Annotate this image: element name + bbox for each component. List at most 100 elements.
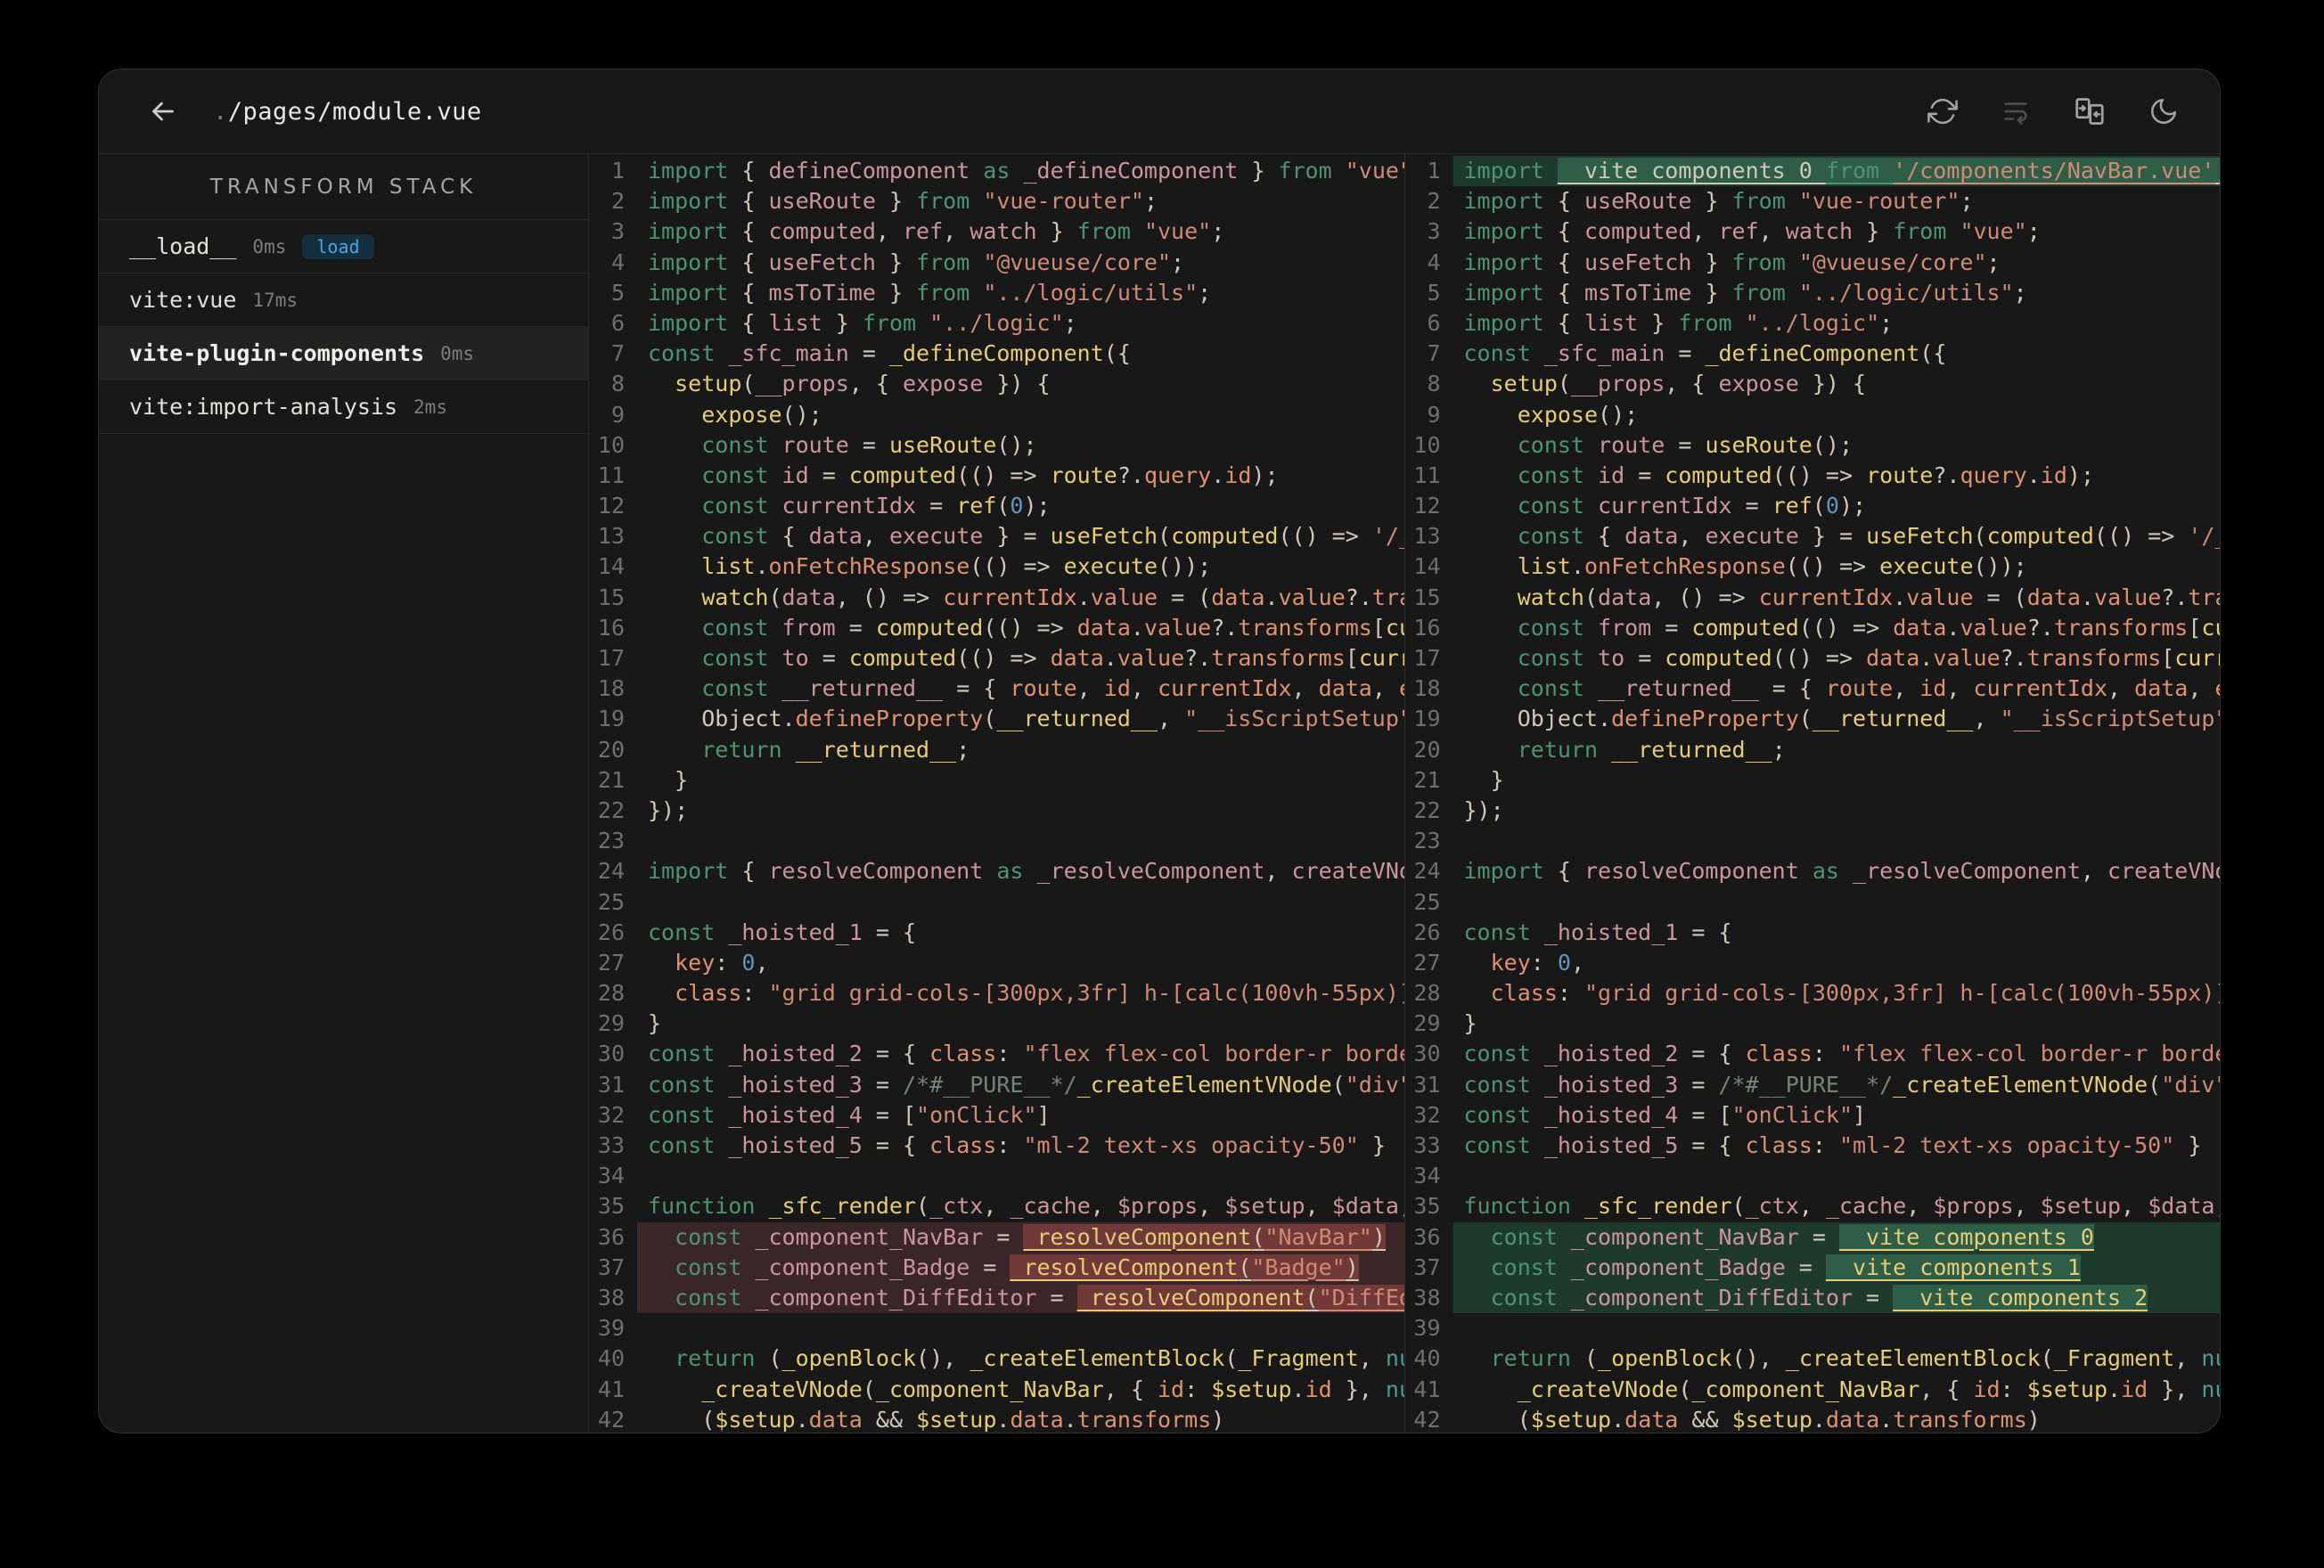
plugin-name: vite:vue xyxy=(129,287,237,313)
code-line: 6 import { list } from "../logic"; xyxy=(1405,308,2221,339)
side-by-side-diff-icon[interactable] xyxy=(2070,92,2109,131)
code-line: 20 return __returned__; xyxy=(1405,735,2221,765)
line-code: import { computed, ref, watch } from "vu… xyxy=(648,218,1225,245)
line-number: 40 xyxy=(597,1345,625,1372)
file-title: ./pages/module.vue xyxy=(213,98,482,126)
line-code: const _hoisted_1 = { xyxy=(648,919,917,945)
line-code: const _hoisted_5 = { class: "ml-2 text-x… xyxy=(648,1132,1386,1158)
plugin-item-vite-vue[interactable]: vite:vue 17ms xyxy=(99,274,588,327)
code-panel-after[interactable]: 1 import __vite_components_0 from '/compo… xyxy=(1403,154,2221,1433)
line-code: const { data, execute } = useFetch(compu… xyxy=(1517,523,2220,550)
code-line: 17 const to = computed(() => data.value?… xyxy=(1405,643,2220,674)
line-number: 3 xyxy=(610,218,625,245)
line-number: 2 xyxy=(610,188,625,215)
code-line: 10 const route = useRoute(); xyxy=(589,430,1404,461)
code-line: 31 const _hoisted_3 = /*#__PURE__*/_creat… xyxy=(1405,1070,2221,1100)
line-number: 19 xyxy=(1413,706,1441,732)
line-number: 8 xyxy=(610,371,625,397)
code-line: 39 xyxy=(589,1313,1404,1343)
line-code: }); xyxy=(648,796,689,823)
line-number: 13 xyxy=(597,523,625,550)
line-wrap-icon[interactable] xyxy=(1997,93,2034,130)
line-code: const currentIdx = ref(0); xyxy=(701,493,1051,519)
line-number: 28 xyxy=(1413,980,1441,1007)
code-line: 34 xyxy=(1405,1161,2221,1191)
line-number: 19 xyxy=(597,706,625,732)
file-title-path: /pages/module.vue xyxy=(227,97,482,126)
line-code: import { useRoute } from "vue-router"; xyxy=(1463,188,1974,215)
code-line: 1 import __vite_components_0 from '/compo… xyxy=(1405,156,2220,187)
back-button[interactable] xyxy=(143,92,183,131)
code-line: 33 const _hoisted_5 = { class: "ml-2 text… xyxy=(589,1131,1404,1161)
line-number: 33 xyxy=(1413,1132,1441,1158)
line-code: } xyxy=(1463,766,1504,793)
code-line: 26 const _hoisted_1 = { xyxy=(1405,918,2221,948)
line-code: const _component_NavBar = _resolveCompon… xyxy=(637,1221,1404,1253)
line-code: const _component_Badge = __vite_componen… xyxy=(1452,1252,2220,1283)
line-code: class: "grid grid-cols-[300px,3fr] h-[ca… xyxy=(675,980,1404,1007)
line-number: 10 xyxy=(597,431,625,458)
line-code: } xyxy=(1463,1010,1477,1037)
line-code: const __returned__ = { route, id, curren… xyxy=(701,675,1403,702)
plugin-badge: load xyxy=(302,233,374,259)
line-number: 30 xyxy=(1413,1041,1441,1067)
code-line: 7 const _sfc_main = _defineComponent({ xyxy=(589,339,1404,369)
line-code: const _hoisted_3 = /*#__PURE__*/_createE… xyxy=(1463,1071,2221,1098)
plugin-item--load-[interactable]: __load__ 0ms load xyxy=(99,220,588,274)
line-code: Object.defineProperty(__returned__, "__i… xyxy=(648,706,1404,732)
plugin-name: vite-plugin-components xyxy=(129,340,425,366)
line-number: 3 xyxy=(1427,218,1441,245)
header-bar: ./pages/module.vue xyxy=(99,69,2220,154)
line-number: 10 xyxy=(1413,431,1441,458)
line-number: 25 xyxy=(597,888,625,915)
code-line: 9 expose(); xyxy=(1405,400,2221,430)
refresh-icon[interactable] xyxy=(1924,93,1961,130)
code-line: 19 Object.defineProperty(__returned__, "… xyxy=(589,704,1404,734)
line-code: const id = computed(() => route?.query.i… xyxy=(1517,461,2094,488)
code-line: 37 const _component_Badge = __vite_compo… xyxy=(1405,1252,2220,1283)
line-number: 36 xyxy=(597,1223,625,1250)
code-line: 41 _createVNode(_component_NavBar, { id:… xyxy=(1405,1375,2220,1405)
code-line: 8 setup(__props, { expose }) { xyxy=(1405,369,2221,399)
plugin-item-vite-plugin-components[interactable]: vite-plugin-components 0ms xyxy=(99,327,588,380)
header-actions xyxy=(1924,92,2182,131)
code-line: 26 const _hoisted_1 = { xyxy=(589,918,1404,948)
line-code: const _hoisted_2 = { class: "flex flex-c… xyxy=(1463,1041,2221,1067)
line-number: 12 xyxy=(1413,493,1441,519)
code-line: 6 import { list } from "../logic"; xyxy=(589,308,1404,339)
line-number: 1 xyxy=(610,158,625,184)
line-number: 27 xyxy=(597,949,625,976)
code-line: 29} xyxy=(589,1009,1404,1039)
code-line: 16 const from = computed(() => data.valu… xyxy=(589,613,1404,643)
line-number: 35 xyxy=(597,1193,625,1220)
line-number: 23 xyxy=(1413,828,1441,854)
code-line: 22}); xyxy=(589,796,1404,826)
line-number: 33 xyxy=(597,1132,625,1158)
line-number: 21 xyxy=(1413,766,1441,793)
code-line: 10 const route = useRoute(); xyxy=(1405,430,2221,461)
plugin-time: 17ms xyxy=(252,289,298,311)
line-number: 2 xyxy=(1427,188,1441,215)
line-number: 14 xyxy=(597,553,625,580)
line-code: class: "grid grid-cols-[300px,3fr] h-[ca… xyxy=(1490,980,2220,1007)
line-number: 28 xyxy=(597,980,625,1007)
line-number: 24 xyxy=(1413,858,1441,885)
line-code: import { computed, ref, watch } from "vu… xyxy=(1463,218,2041,245)
line-number: 15 xyxy=(1413,584,1441,610)
code-line: 1 import { defineComponent as _defineComp… xyxy=(589,156,1404,186)
code-line: 37 const _component_Badge = _resolveComp… xyxy=(589,1252,1404,1283)
code-panel-before[interactable]: 1 import { defineComponent as _defineComp… xyxy=(589,154,1404,1433)
plugin-item-vite-import-analysis[interactable]: vite:import-analysis 2ms xyxy=(99,380,588,434)
line-number: 41 xyxy=(1413,1376,1441,1402)
line-number: 26 xyxy=(597,919,625,945)
line-number: 27 xyxy=(1413,949,1441,976)
code-line: 29} xyxy=(1405,1009,2221,1039)
plugin-time: 0ms xyxy=(440,342,475,364)
line-code: import { list } from "../logic"; xyxy=(648,309,1077,336)
code-line: 30 const _hoisted_2 = { class: "flex flex… xyxy=(1405,1039,2221,1069)
line-number: 23 xyxy=(597,828,625,854)
code-line: 18 const __returned__ = { route, id, cur… xyxy=(1405,674,2220,704)
dark-mode-moon-icon[interactable] xyxy=(2145,93,2182,130)
